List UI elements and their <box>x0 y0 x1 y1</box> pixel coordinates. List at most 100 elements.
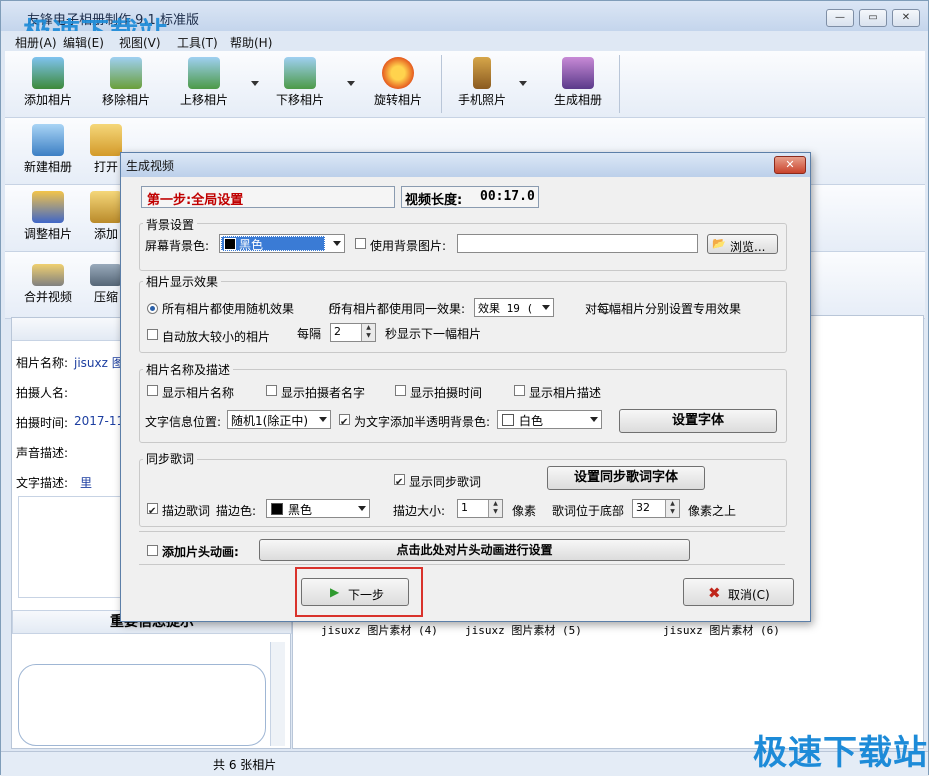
interval-stepper[interactable]: 2 ▲ ▼ <box>330 323 376 342</box>
text-pos-value: 随机1(除正中) <box>231 414 308 428</box>
bg-color-label: 屏幕背景色: <box>145 239 210 253</box>
lyric-pos-value: 32 <box>636 501 650 514</box>
interval-value: 2 <box>334 325 341 338</box>
outline-size-stepper[interactable]: 1 ▲ ▼ <box>457 499 503 518</box>
maximize-button[interactable]: ▭ <box>859 9 887 27</box>
interval-prefix: 每隔 <box>297 327 322 341</box>
show-lyric-label: 显示同步歌词 <box>409 475 482 489</box>
show-photographer-checkbox[interactable] <box>266 385 277 396</box>
adjust-icon <box>32 191 64 223</box>
outline-color-select[interactable]: 黑色 <box>266 499 370 518</box>
intro-settings-button[interactable]: 点击此处对片头动画进行设置 <box>259 539 690 561</box>
open-album-button[interactable]: 打开 <box>89 118 123 180</box>
video-length-box: 视频长度: 00:17.0 <box>401 186 539 208</box>
remove-photo-button[interactable]: 移除相片 <box>89 51 163 113</box>
new-album-icon <box>32 124 64 156</box>
merge-video-button[interactable]: 合并视频 <box>11 252 85 314</box>
black-swatch <box>271 503 283 515</box>
menu-help[interactable]: 帮助(H) <box>230 34 272 51</box>
outline-lyric-label: 描边歌词 <box>162 504 211 518</box>
set-lyric-font-button[interactable]: 设置同步歌词字体 <box>547 466 705 490</box>
video-length-value: 00:17.0 <box>480 189 535 204</box>
dialog-title: 生成视频 <box>126 159 175 173</box>
bg-color-value: 黑色 <box>239 238 264 252</box>
lyric-pos-suffix: 像素之上 <box>688 504 737 518</box>
stepper-arrows-icon[interactable]: ▲ ▼ <box>361 324 375 341</box>
lyric-pos-stepper[interactable]: 32 ▲ ▼ <box>632 499 680 518</box>
generate-video-dialog: 生成视频 ✕ 第一步:全局设置 视频长度: 00:17.0 背景设置 屏幕背景色… <box>120 152 811 622</box>
menu-edit[interactable]: 编辑(E) <box>63 34 104 51</box>
adjust-photo-button[interactable]: 调整相片 <box>11 185 85 247</box>
use-bg-image-checkbox[interactable] <box>355 238 366 249</box>
add-intro-checkbox[interactable] <box>147 545 158 556</box>
compress-button[interactable]: 压缩 <box>89 252 123 314</box>
phone-photo-button[interactable]: 手机照片 <box>445 51 519 113</box>
group-label: 相片名称及描述 <box>143 361 234 378</box>
bg-image-path-input[interactable] <box>457 234 698 253</box>
rotate-photo-button[interactable]: 旋转相片 <box>361 51 435 113</box>
outline-size-label: 描边大小: <box>393 504 446 518</box>
phone-photo-label: 手机照片 <box>457 93 506 107</box>
status-text: 共 6 张相片 <box>213 758 277 772</box>
set-font-label: 设置字体 <box>671 413 724 428</box>
menu-tools[interactable]: 工具(T) <box>177 34 218 51</box>
text-desc-value[interactable]: 里 <box>80 474 92 491</box>
group-label: 背景设置 <box>143 216 198 233</box>
photo-time-value[interactable]: 2017-11 <box>74 414 124 428</box>
show-photographer-label: 显示拍摄者名字 <box>281 386 366 400</box>
chevron-down-icon <box>358 506 366 511</box>
dialog-close-button[interactable]: ✕ <box>774 156 806 174</box>
effect-value: 效果 19 ( <box>478 302 534 315</box>
show-name-checkbox[interactable] <box>147 385 158 396</box>
move-down-label: 下移相片 <box>275 93 324 107</box>
add-item-label: 添加 <box>93 227 118 241</box>
video-length-label: 视频长度: <box>405 193 463 208</box>
set-font-button[interactable]: 设置字体 <box>619 409 777 433</box>
each-effect-label: 对每幅相片分别设置专用效果 <box>585 302 742 316</box>
browse-button[interactable]: 📂 浏览... <box>707 234 778 254</box>
cancel-button[interactable]: ✖ 取消(C) <box>683 578 794 606</box>
add-item-button[interactable]: 添加 <box>89 185 123 247</box>
new-album-label: 新建相册 <box>23 160 72 174</box>
menu-view[interactable]: 视图(V) <box>119 34 161 51</box>
menu-bar: 相册(A) 编辑(E) 视图(V) 工具(T) 帮助(H) <box>1 31 928 51</box>
translucent-color-select[interactable]: 白色 <box>497 410 602 429</box>
group-label: 同步歌词 <box>143 450 198 467</box>
show-time-checkbox[interactable] <box>395 385 406 396</box>
auto-enlarge-checkbox[interactable] <box>147 329 158 340</box>
stepper-arrows-icon[interactable]: ▲ ▼ <box>488 500 502 517</box>
random-effect-label: 所有相片都使用随机效果 <box>162 302 295 316</box>
tip-scrollbar[interactable] <box>270 642 285 746</box>
phone-icon <box>473 57 491 89</box>
photo-name-value[interactable]: jisuxz 图 <box>74 354 124 371</box>
outline-size-value: 1 <box>461 501 468 514</box>
tip-box <box>18 664 266 746</box>
move-up-button[interactable]: 上移相片 <box>167 51 241 113</box>
next-step-button[interactable]: ▶ 下一步 <box>301 578 409 606</box>
stepper-arrows-icon[interactable]: ▲ ▼ <box>665 500 679 517</box>
add-photo-button[interactable]: 添加相片 <box>11 51 85 113</box>
new-album-button[interactable]: 新建相册 <box>11 118 85 180</box>
move-up-dropdown-icon[interactable] <box>251 81 259 86</box>
random-effect-radio[interactable] <box>147 303 158 314</box>
phone-dropdown-icon[interactable] <box>519 81 527 86</box>
menu-album[interactable]: 相册(A) <box>15 34 57 51</box>
close-button[interactable]: ✕ <box>892 9 920 27</box>
compress-icon <box>90 264 122 286</box>
translucent-bg-checkbox[interactable] <box>339 414 350 425</box>
text-pos-select[interactable]: 随机1(除正中) <box>227 410 331 429</box>
show-lyric-checkbox[interactable] <box>394 474 405 485</box>
show-desc-checkbox[interactable] <box>514 385 525 396</box>
generate-album-button[interactable]: 生成相册 <box>541 51 615 113</box>
move-down-button[interactable]: 下移相片 <box>263 51 337 113</box>
minimize-button[interactable]: — <box>826 9 854 27</box>
field-label: 拍摄时间: <box>16 416 69 430</box>
effect-select[interactable]: 效果 19 ( <box>474 298 554 317</box>
chevron-down-icon <box>319 417 327 422</box>
divider <box>139 564 785 565</box>
outline-lyric-checkbox[interactable] <box>147 503 158 514</box>
add-photo-icon <box>32 57 64 89</box>
bg-color-select[interactable]: 黑色 <box>219 234 345 253</box>
folder-icon: 📂 <box>712 237 726 250</box>
move-down-dropdown-icon[interactable] <box>347 81 355 86</box>
